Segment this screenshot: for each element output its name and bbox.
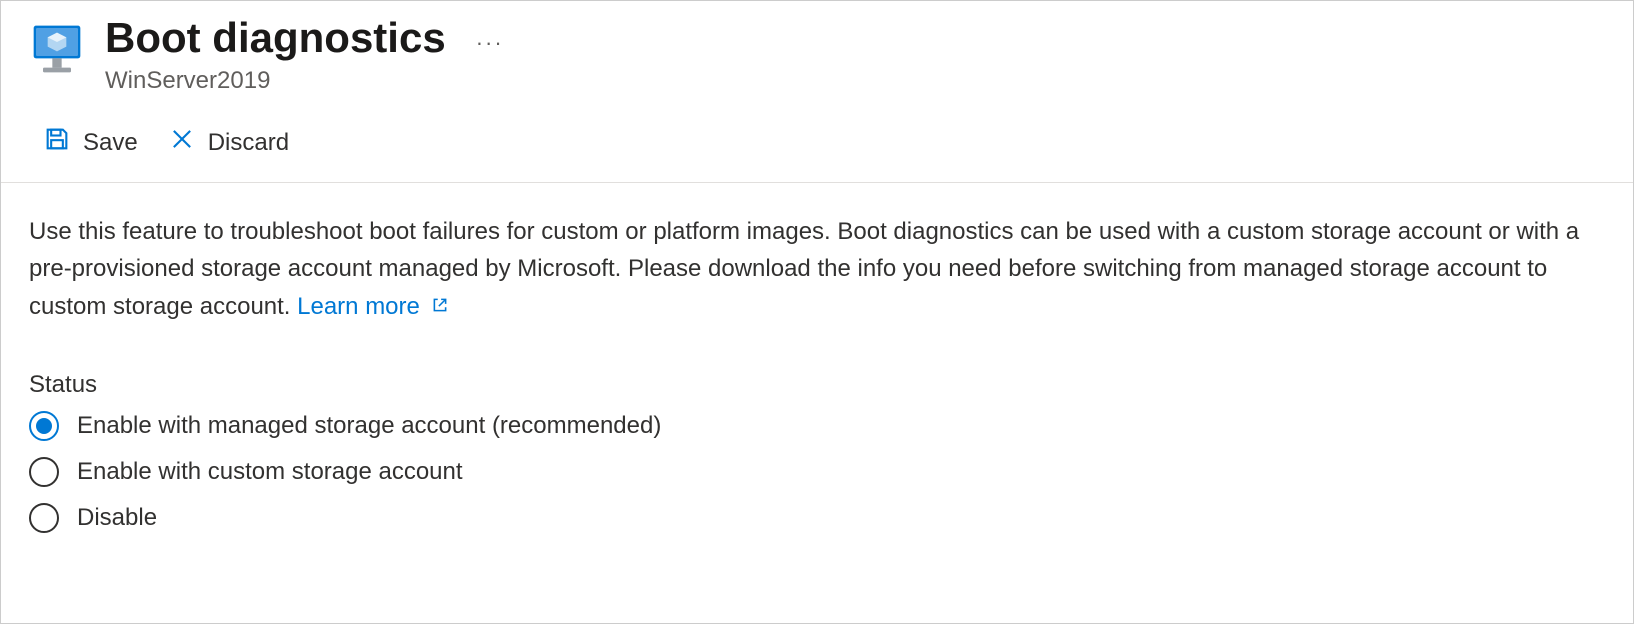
vm-icon [29, 21, 85, 77]
status-radio-group: Enable with managed storage account (rec… [29, 411, 1605, 533]
close-icon [168, 125, 196, 160]
command-bar: Save Discard [1, 95, 1633, 183]
content-area: Use this feature to troubleshoot boot fa… [1, 183, 1633, 533]
learn-more-link[interactable]: Learn more [297, 293, 448, 320]
radio-option-managed[interactable]: Enable with managed storage account (rec… [29, 411, 1605, 441]
save-label: Save [83, 129, 138, 157]
radio-indicator [29, 503, 59, 533]
discard-button[interactable]: Discard [168, 125, 289, 160]
save-icon [43, 125, 71, 160]
radio-dot [36, 418, 52, 434]
radio-indicator [29, 411, 59, 441]
radio-label: Enable with custom storage account [77, 458, 463, 486]
resource-name: WinServer2019 [105, 67, 504, 95]
save-button[interactable]: Save [43, 125, 138, 160]
radio-label: Disable [77, 504, 157, 532]
description-body: Use this feature to troubleshoot boot fa… [29, 218, 1579, 319]
external-link-icon [431, 296, 449, 314]
radio-indicator [29, 457, 59, 487]
learn-more-label: Learn more [297, 293, 420, 320]
panel-header: Boot diagnostics ··· WinServer2019 [1, 1, 1633, 95]
more-actions-button[interactable]: ··· [476, 20, 504, 56]
page-title: Boot diagnostics [105, 15, 446, 61]
radio-option-disable[interactable]: Disable [29, 503, 1605, 533]
radio-option-custom[interactable]: Enable with custom storage account [29, 457, 1605, 487]
discard-label: Discard [208, 129, 289, 157]
radio-label: Enable with managed storage account (rec… [77, 412, 661, 440]
description-text: Use this feature to troubleshoot boot fa… [29, 213, 1589, 325]
status-label: Status [29, 371, 1605, 399]
boot-diagnostics-panel: Boot diagnostics ··· WinServer2019 Save [0, 0, 1634, 624]
